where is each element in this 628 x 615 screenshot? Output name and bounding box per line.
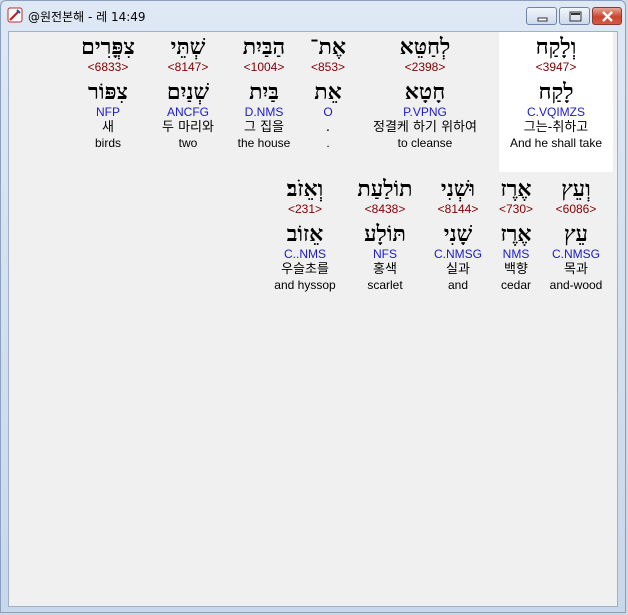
hebrew-word: אֶת־	[310, 34, 346, 60]
korean-gloss: 실과	[446, 262, 470, 277]
parse-code: NFP	[96, 105, 120, 119]
strong-number[interactable]: <853>	[301, 60, 355, 75]
hebrew-root: עֵץ	[564, 221, 588, 247]
parse-code: C.NMSG	[434, 247, 482, 261]
parse-code: NFS	[373, 247, 397, 261]
english-gloss: to cleanse	[397, 136, 453, 150]
app-pencil-icon	[7, 7, 23, 23]
strong-number[interactable]: <8144>	[427, 202, 489, 217]
parse-code: O	[323, 105, 333, 119]
title-bar[interactable]: @원전본해 - 레 14:49	[1, 1, 625, 31]
korean-gloss: 두 마리와	[162, 120, 214, 135]
word-card[interactable]: אֶרֶז <730> אֶרֶז NMS 백향 cedar	[493, 176, 539, 293]
english-gloss: .	[326, 136, 330, 150]
english-gloss: And he shall take	[509, 136, 603, 150]
strong-number[interactable]: <2398>	[359, 60, 491, 75]
word-card[interactable]: וְאֵזֹב׃ <231> אֵזוֹב C..NMS 우슬초를 and hy…	[267, 176, 343, 293]
english-gloss: and	[447, 278, 469, 292]
hebrew-root: אֵזוֹב	[286, 221, 324, 247]
parse-code: C.VQIMZS	[526, 105, 585, 119]
parse-code: C..NMS	[284, 247, 326, 261]
window-title: @원전본해 - 레 14:49	[28, 10, 146, 24]
maximize-icon	[569, 11, 582, 22]
hebrew-word: שְׁתֵּי	[170, 34, 206, 60]
korean-gloss: 홍색	[373, 262, 397, 277]
korean-gloss: 백향	[504, 262, 528, 277]
strong-number[interactable]: <231>	[267, 202, 343, 217]
word-card[interactable]: לְחַטֵּא <2398> חָטָא P.VPNG 정결케 하기 위하여 …	[359, 32, 491, 151]
english-gloss: scarlet	[367, 278, 403, 292]
english-gloss: the house	[237, 136, 291, 150]
parse-code: NMS	[502, 247, 530, 261]
english-gloss: two	[178, 136, 198, 150]
hebrew-word: וּשְׁנִי	[440, 176, 476, 202]
korean-gloss: 그 집을	[243, 120, 284, 135]
strong-number[interactable]: <8438>	[349, 202, 421, 217]
interlinear-pane: וְלָקַח <3947> לָקַח C.VQIMZS 그는-취하고 And…	[8, 31, 618, 607]
hebrew-root: בַּיִת	[249, 79, 279, 105]
parse-code: ANCFG	[167, 105, 209, 119]
hebrew-root: שְׁנַיִם	[166, 79, 210, 105]
hebrew-root: אֵת	[314, 79, 342, 105]
parse-code: D.NMS	[244, 105, 284, 119]
hebrew-word: תוֹלַעַת	[357, 176, 413, 202]
word-card[interactable]: שְׁתֵּי <8147> שְׁנַיִם ANCFG 두 마리와 two	[155, 32, 221, 151]
app-window: @원전본해 - 레 14:49 וְלָקַח <3947> לָקַח C.V…	[0, 0, 626, 613]
close-icon	[602, 11, 613, 22]
korean-gloss: 새	[102, 120, 114, 135]
hebrew-word: אֶרֶז	[500, 176, 532, 202]
word-card[interactable]: צִפֳּרִים <6833> צִפּוֹר NFP 새 birds	[71, 32, 145, 151]
hebrew-root: אֶרֶז	[500, 221, 532, 247]
strong-number[interactable]: <6833>	[71, 60, 145, 75]
strong-number[interactable]: <1004>	[231, 60, 297, 75]
hebrew-root: תּוֹלָע	[364, 221, 406, 247]
hebrew-root: צִפּוֹר	[88, 79, 128, 105]
korean-gloss: 그는-취하고	[523, 120, 589, 135]
english-gloss: and hyssop	[274, 278, 336, 292]
minimize-icon	[537, 17, 548, 22]
strong-number[interactable]: <3947>	[499, 60, 613, 75]
english-gloss: and-wood	[549, 278, 603, 292]
parse-code: P.VPNG	[403, 105, 447, 119]
parse-code: C.NMSG	[552, 247, 600, 261]
korean-gloss: 목과	[564, 262, 588, 277]
hebrew-word: הַבַּיִת	[242, 34, 286, 60]
word-card[interactable]: וּשְׁנִי <8144> שָׁנִי C.NMSG 실과 and	[427, 176, 489, 293]
hebrew-word: לְחַטֵּא	[399, 34, 451, 60]
hebrew-root: לָקַח	[538, 79, 574, 105]
hebrew-word: וְעֵץ	[561, 176, 591, 202]
minimize-button[interactable]	[526, 7, 557, 25]
strong-number[interactable]: <6086>	[545, 202, 607, 217]
hebrew-word: צִפֳּרִים	[81, 34, 135, 60]
korean-gloss: 우슬초를	[281, 262, 329, 277]
english-gloss: cedar	[500, 278, 532, 292]
hebrew-root: שָׁנִי	[443, 221, 473, 247]
hebrew-word: וְלָקַח	[535, 34, 577, 60]
strong-number[interactable]: <8147>	[155, 60, 221, 75]
strong-number[interactable]: <730>	[493, 202, 539, 217]
word-card[interactable]: הַבַּיִת <1004> בַּיִת D.NMS 그 집을 the ho…	[231, 32, 297, 151]
hebrew-root: חָטָא	[404, 79, 446, 105]
korean-gloss: .	[325, 120, 331, 135]
word-card[interactable]: תוֹלַעַת <8438> תּוֹלָע NFS 홍색 scarlet	[349, 176, 421, 293]
word-card[interactable]: וְלָקַח <3947> לָקַח C.VQIMZS 그는-취하고 And…	[499, 32, 613, 172]
korean-gloss: 정결케 하기 위하여	[373, 120, 477, 135]
english-gloss: birds	[94, 136, 121, 150]
word-card[interactable]: אֶת־ <853> אֵת O . .	[301, 32, 355, 151]
hebrew-word: וְאֵזֹב׃	[286, 176, 324, 202]
maximize-button[interactable]	[559, 7, 590, 25]
close-button[interactable]	[592, 7, 622, 25]
word-card[interactable]: וְעֵץ <6086> עֵץ C.NMSG 목과 and-wood	[545, 176, 607, 293]
